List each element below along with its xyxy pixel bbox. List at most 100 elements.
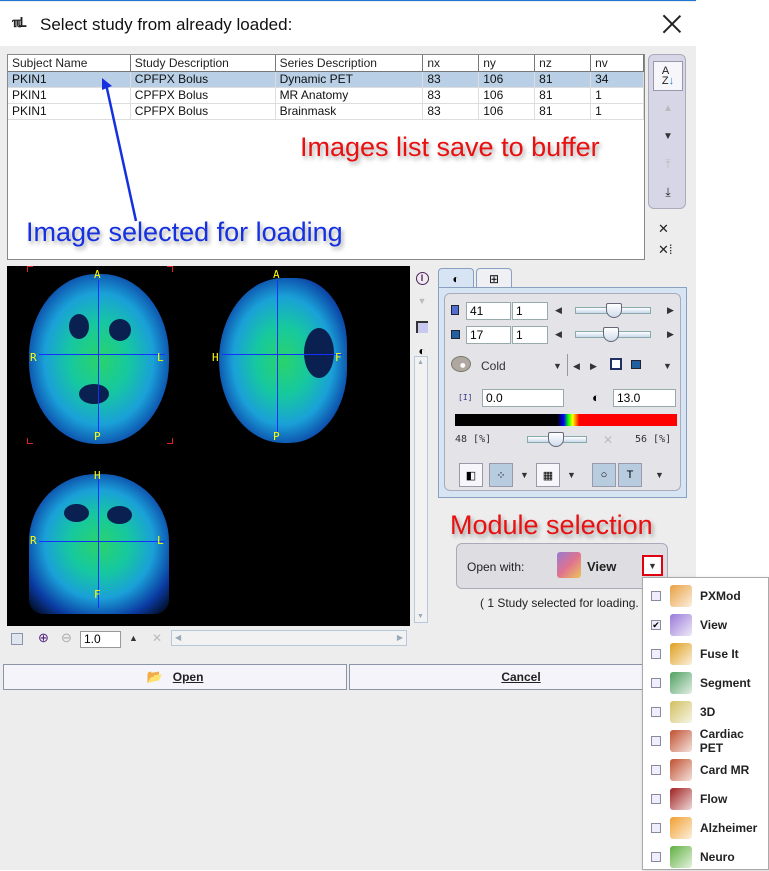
module-checkbox[interactable] [651, 735, 661, 746]
save-buffer-button[interactable]: ⤓ [653, 177, 683, 207]
module-label: Cardiac PET [699, 726, 744, 755]
sort-button[interactable]: A Z↓ [653, 61, 683, 91]
module-menu-item[interactable]: Segment [643, 668, 769, 697]
frame-field[interactable]: 17 [466, 326, 511, 344]
colorbar[interactable] [455, 414, 677, 426]
zoom-reset-icon[interactable]: ✕ [152, 631, 162, 645]
slice-slider[interactable] [575, 303, 651, 318]
reset-icon[interactable]: ✕ [603, 433, 613, 447]
view-module-icon [557, 552, 581, 578]
tree-button[interactable]: ⁘ [489, 463, 513, 487]
move-down-button[interactable]: ▼ [653, 121, 683, 151]
slider-thumb[interactable] [603, 327, 620, 342]
cell: Brainmask [276, 104, 424, 119]
module-checkbox[interactable] [651, 677, 661, 688]
dropdown-button[interactable]: ▼ [413, 292, 431, 310]
module-menu-item[interactable]: Cardiac PET [643, 726, 769, 755]
3d-color-icon[interactable] [631, 360, 641, 369]
alzheimer-module-icon [670, 816, 692, 839]
orientation-label: H [212, 351, 219, 364]
select-study-dialog: ℼL Select study from already loaded: Sub… [0, 0, 696, 870]
remove-button[interactable]: ✕ [658, 221, 669, 237]
slice-step-field[interactable]: 1 [512, 302, 548, 320]
column-header[interactable]: ny [479, 55, 536, 71]
orientation-label: F [335, 351, 342, 364]
move-up-button[interactable]: ▲ [653, 93, 683, 123]
close-button[interactable] [660, 12, 684, 36]
module-checkbox[interactable] [651, 851, 661, 862]
open-button[interactable]: 📂 Open [3, 664, 347, 690]
image-viewer[interactable]: A P R L A P H F H F R L [7, 266, 410, 626]
annotation-module: Module selection [450, 510, 653, 540]
grid-button[interactable]: ▦ [536, 463, 560, 487]
module-checkbox[interactable] [651, 793, 661, 804]
half-mask-button[interactable]: ◧ [459, 463, 483, 487]
zoom-in-icon[interactable]: ⊕ [38, 630, 49, 646]
move-top-icon: ⤒ [665, 156, 671, 171]
module-menu-item[interactable]: ✔ View [643, 610, 769, 639]
module-checkbox[interactable] [651, 822, 661, 833]
tree-icon: ⁘ [496, 469, 506, 482]
tab-color[interactable]: ◐ [438, 268, 474, 288]
frame-next-button[interactable]: ▶ [667, 329, 674, 340]
zoom-up-icon[interactable]: ▲ [129, 633, 138, 643]
colortable-options-dropdown[interactable]: ▼ [663, 361, 672, 371]
module-menu-item[interactable]: Fuse It [643, 639, 769, 668]
min-field[interactable]: 0.0 [482, 389, 564, 407]
slice-field[interactable]: 41 [466, 302, 511, 320]
module-menu-item[interactable]: 3D [643, 697, 769, 726]
module-checkbox[interactable] [651, 706, 661, 717]
open-with-label: Open with: [467, 560, 525, 574]
info-button[interactable]: I [413, 269, 431, 287]
column-header[interactable]: nz [535, 55, 592, 71]
colortable-prev-button[interactable]: ◀ [573, 361, 580, 372]
slice-prev-button[interactable]: ◀ [555, 305, 562, 316]
module-menu-item[interactable]: Flow [643, 784, 769, 813]
horizontal-scrollbar[interactable]: ◀ ▶ [171, 630, 407, 646]
module-menu-item[interactable]: PXMod [643, 581, 769, 610]
module-dropdown-button[interactable]: ▼ [642, 555, 663, 576]
column-header[interactable]: Series Description [275, 55, 424, 71]
sagittal-slice [219, 278, 347, 443]
open-with-value[interactable]: View [587, 559, 616, 574]
slider-thumb[interactable] [548, 432, 565, 447]
module-checkbox[interactable] [651, 590, 661, 601]
remove-all-button[interactable]: ✕⁞ [658, 242, 673, 258]
slice-next-button[interactable]: ▶ [667, 305, 674, 316]
module-menu-item[interactable]: Neuro [643, 842, 769, 871]
frame-prev-button[interactable]: ◀ [555, 329, 562, 340]
tree-dropdown[interactable]: ▼ [520, 470, 529, 480]
move-top-button[interactable]: ⤒ [653, 149, 683, 179]
module-menu-item[interactable]: Card MR [643, 755, 769, 784]
vertical-scrollbar[interactable]: ▲ ▼ [414, 356, 428, 623]
column-header[interactable]: nv [591, 55, 645, 71]
text-overlay-button[interactable]: T [618, 463, 642, 487]
module-checkbox[interactable]: ✔ [651, 619, 661, 630]
module-menu-item[interactable]: Alzheimer [643, 813, 769, 842]
colortable-select[interactable]: Cold [481, 359, 506, 373]
colortable-dropdown[interactable]: ▼ [553, 361, 562, 371]
column-header[interactable]: Subject Name [8, 55, 131, 71]
slider-thumb[interactable] [606, 303, 623, 318]
module-checkbox[interactable] [651, 764, 661, 775]
invert-icon[interactable] [610, 358, 622, 370]
layout-button[interactable] [413, 318, 431, 336]
colortable-next-button[interactable]: ▶ [590, 361, 597, 372]
column-header[interactable]: nx [423, 55, 480, 71]
auto-max-icon[interactable]: ◐ [592, 390, 600, 405]
circle-button[interactable]: ○ [592, 463, 616, 487]
frame-step-field[interactable]: 1 [512, 326, 548, 344]
fit-checkbox[interactable] [11, 633, 23, 645]
grid-icon: ▦ [542, 469, 554, 482]
module-checkbox[interactable] [651, 648, 661, 659]
tab-layout[interactable]: ⊞ [476, 268, 512, 288]
threshold-slider[interactable] [527, 432, 587, 447]
zoom-field[interactable]: 1.0 [80, 631, 121, 648]
zoom-out-icon[interactable]: ⊖ [61, 630, 72, 646]
max-field-box[interactable]: 13.0 [613, 389, 676, 407]
grid-dropdown[interactable]: ▼ [567, 470, 576, 480]
frame-slider[interactable] [575, 327, 651, 342]
overlay-dropdown[interactable]: ▼ [655, 470, 664, 480]
frame-icon [451, 330, 460, 339]
column-header[interactable]: Study Description [130, 55, 276, 71]
